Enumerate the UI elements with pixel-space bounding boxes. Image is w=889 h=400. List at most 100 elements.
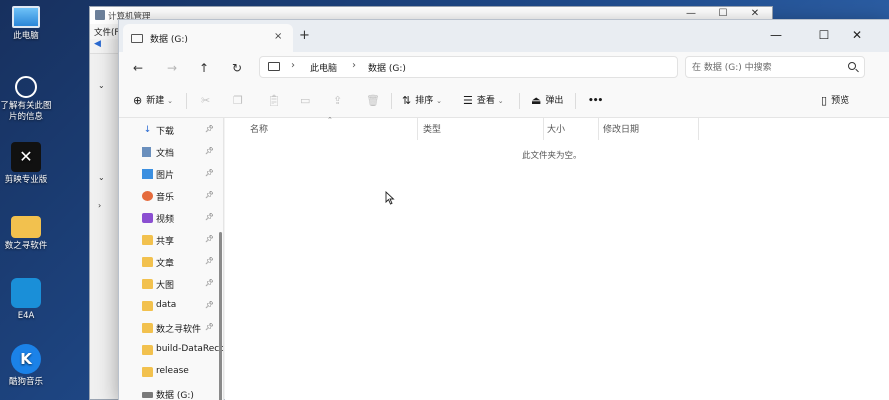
chevron-down-icon: ⌄	[436, 97, 442, 105]
bg-menu-file[interactable]: 文件(F	[94, 28, 119, 38]
breadcrumb[interactable]: › 此电脑 › 数据 (G:)	[259, 56, 678, 78]
navigation-pane[interactable]: ↓ 下载 📌︎ 文档 📌︎ 图片 📌︎ 音乐 📌︎ 视频 📌︎ 共享 📌︎ 文章…	[119, 118, 224, 400]
delete-button[interactable]: 🗑︎	[366, 93, 384, 109]
sidebar-item-articles[interactable]: 文章 📌︎	[119, 251, 223, 273]
up-button[interactable]: ↑	[193, 58, 215, 78]
pin-icon: 📌︎	[205, 235, 214, 243]
column-header-size[interactable]: 大小	[547, 122, 565, 135]
tab-close-button[interactable]: ×	[274, 31, 282, 42]
sidebar-item-big-images[interactable]: 大图 📌︎	[119, 273, 223, 295]
folder-icon	[142, 279, 153, 289]
sidebar-item-label: release	[156, 366, 189, 376]
chevron-right-icon[interactable]: ›	[291, 60, 295, 71]
desktop-icon-label: 酷狗音乐	[8, 377, 43, 387]
desktop-icon-capcut[interactable]: ✕ 剪映专业版	[0, 142, 52, 186]
copy-icon: ❐	[233, 94, 243, 107]
search-input[interactable]	[692, 60, 842, 75]
chevron-down-icon[interactable]: ⌄	[98, 81, 105, 90]
sort-button[interactable]: ⇅ 排序 ⌄	[402, 93, 442, 109]
maximize-button[interactable]: ☐	[808, 25, 840, 45]
search-box[interactable]	[685, 56, 865, 78]
forward-button[interactable]: →	[161, 58, 183, 78]
sidebar-item-label: data	[156, 300, 177, 310]
back-button[interactable]: ←	[127, 58, 149, 78]
sidebar-item-label: build-DataReco	[156, 344, 224, 354]
share-button[interactable]: ⇪	[333, 93, 346, 109]
paste-button[interactable]: 📋︎	[267, 93, 285, 109]
explorer-titlebar: 数据 (G:) × + — ☐ ✕	[119, 20, 889, 52]
column-divider[interactable]	[417, 118, 418, 140]
bg-back-arrow-icon[interactable]: ◀	[94, 39, 101, 49]
folder-icon	[142, 367, 153, 377]
desktop-icon-label: 了解有关此图片的信息	[0, 101, 52, 122]
folder-icon	[142, 323, 153, 333]
tab-drive-g[interactable]: 数据 (G:) ×	[123, 24, 293, 52]
new-tab-button[interactable]: +	[299, 28, 310, 43]
column-divider[interactable]	[698, 118, 699, 140]
eject-label: 弹出	[545, 96, 564, 106]
view-button[interactable]: ☰ 查看 ⌄	[463, 93, 504, 109]
music-icon	[142, 191, 153, 201]
sidebar-item-build[interactable]: build-DataReco	[119, 339, 223, 361]
plus-circle-icon: ⊕	[133, 94, 143, 107]
sidebar-item-release[interactable]: release	[119, 361, 223, 383]
minimize-button[interactable]: —	[760, 25, 792, 45]
column-header-name[interactable]: 名称	[250, 122, 268, 135]
eject-button[interactable]: ⏏ 弹出	[531, 93, 563, 109]
chevron-right-icon[interactable]: ›	[98, 201, 101, 210]
pin-icon: 📌︎	[205, 279, 214, 287]
sort-icon: ⇅	[402, 94, 412, 107]
scissors-icon: ✂	[201, 94, 211, 107]
info-icon	[15, 76, 37, 98]
sidebar-item-shuzhixun[interactable]: 数之寻软件 📌︎	[119, 317, 223, 339]
desktop-icon-kugou[interactable]: K 酷狗音乐	[0, 344, 52, 388]
desktop-icon-label: 数之寻软件	[4, 241, 48, 251]
refresh-button[interactable]: ↻	[226, 58, 248, 78]
pin-icon: 📌︎	[205, 257, 214, 265]
view-icon: ☰	[463, 94, 473, 107]
this-pc-icon	[12, 6, 40, 28]
sidebar-item-documents[interactable]: 文档 📌︎	[119, 141, 223, 163]
desktop-icon-this-pc[interactable]: 此电脑	[0, 6, 52, 42]
mouse-cursor-icon	[385, 191, 395, 205]
column-header-type[interactable]: 类型	[423, 122, 441, 135]
desktop-icon-folder[interactable]: 数之寻软件	[0, 212, 52, 252]
preview-button[interactable]: ▯ 预览	[821, 93, 849, 109]
breadcrumb-drive-g[interactable]: 数据 (G:)	[368, 61, 406, 74]
copy-button[interactable]: ❐	[233, 93, 247, 109]
column-header-modified[interactable]: 修改日期	[603, 122, 639, 135]
picture-icon	[142, 169, 153, 179]
file-explorer-window[interactable]: 数据 (G:) × + — ☐ ✕ ← → ↑ ↻ › 此电脑 › 数据 (G:…	[118, 19, 889, 400]
sidebar-item-videos[interactable]: 视频 📌︎	[119, 207, 223, 229]
sidebar-item-label: 数据 (G:)	[156, 391, 194, 400]
new-button[interactable]: ⊕ 新建 ⌄	[133, 93, 173, 109]
desktop-icon-label: E4A	[17, 311, 35, 321]
breadcrumb-this-pc[interactable]: 此电脑	[310, 61, 337, 74]
empty-folder-message: 此文件夹为空。	[522, 151, 582, 161]
divider	[575, 93, 576, 109]
nav-scrollbar[interactable]	[219, 232, 222, 400]
sidebar-item-drive-g[interactable]: 数据 (G:)	[119, 383, 223, 400]
desktop-icon-info[interactable]: 了解有关此图片的信息	[0, 76, 52, 123]
sidebar-item-downloads[interactable]: ↓ 下载 📌︎	[119, 119, 223, 141]
chevron-right-icon[interactable]: ›	[352, 60, 356, 71]
chevron-down-icon[interactable]: ⌄	[98, 173, 105, 182]
folder-icon	[142, 257, 153, 267]
column-divider[interactable]	[543, 118, 544, 140]
more-options-button[interactable]: •••	[588, 93, 603, 109]
file-list[interactable]: ⌃ 名称 类型 大小 修改日期 此文件夹为空。	[225, 116, 889, 400]
column-divider[interactable]	[598, 118, 599, 140]
sidebar-item-data[interactable]: data 📌︎	[119, 295, 223, 317]
sidebar-item-pictures[interactable]: 图片 📌︎	[119, 163, 223, 185]
sidebar-item-label: 共享	[156, 237, 175, 247]
desktop-icon-e4a[interactable]: E4A	[0, 278, 52, 322]
sidebar-item-music[interactable]: 音乐 📌︎	[119, 185, 223, 207]
divider	[391, 93, 392, 109]
sidebar-item-share[interactable]: 共享 📌︎	[119, 229, 223, 251]
sort-label: 排序	[415, 96, 434, 106]
chevron-down-icon: ⌄	[167, 97, 173, 105]
close-button[interactable]: ✕	[841, 25, 873, 45]
rename-button[interactable]: ▭	[300, 93, 314, 109]
divider	[519, 93, 520, 109]
cut-button[interactable]: ✂	[201, 93, 214, 109]
